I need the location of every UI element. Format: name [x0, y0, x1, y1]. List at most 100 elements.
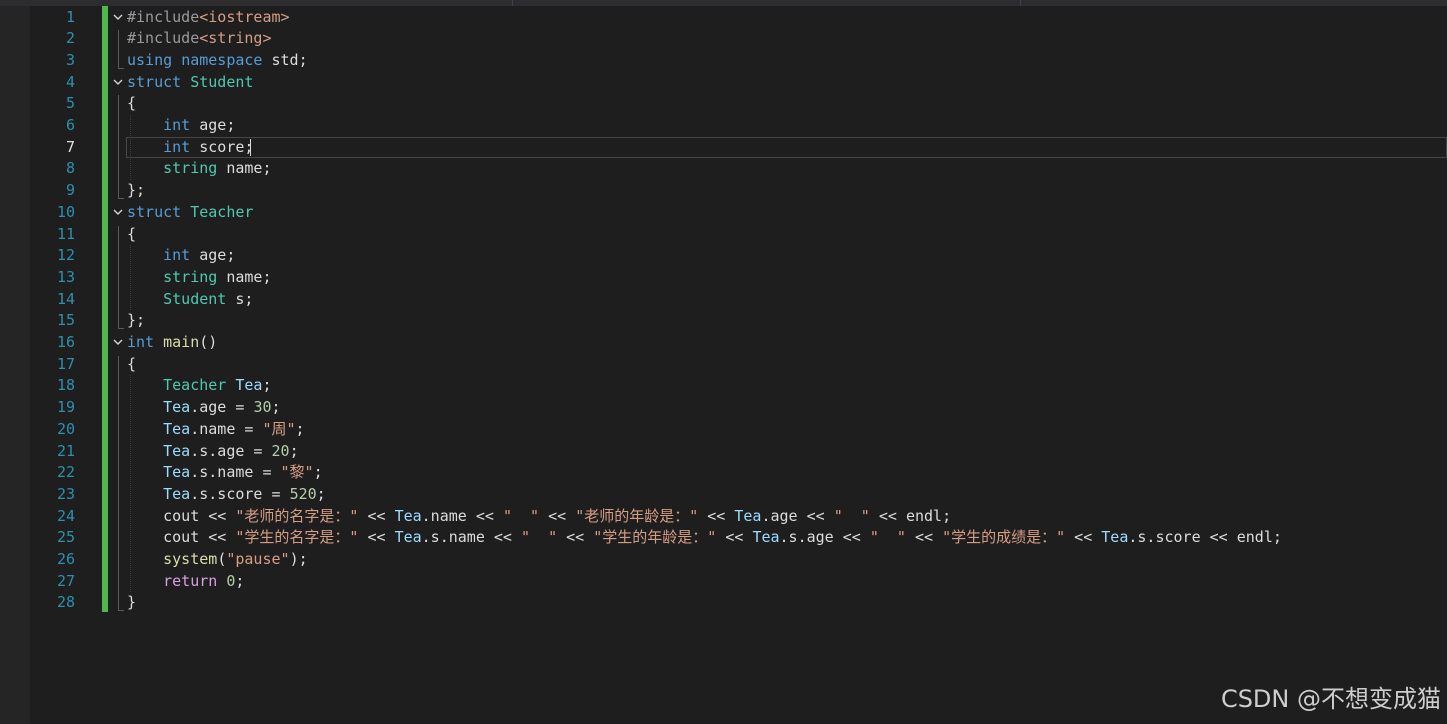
code-line[interactable]: Student s;: [112, 289, 1447, 311]
code-token: main: [163, 333, 200, 351]
code-line[interactable]: #include<iostream>: [112, 7, 1447, 29]
code-line[interactable]: Tea.s.score = 520;: [112, 484, 1447, 506]
line-number: 10: [56, 202, 75, 221]
chevron-down-icon[interactable]: [113, 202, 123, 224]
code-token: Tea: [163, 398, 191, 417]
code-line[interactable]: }: [112, 592, 1447, 614]
code-token: " ": [502, 506, 540, 525]
code-token: );: [289, 550, 308, 568]
code-token: int: [163, 246, 191, 265]
code-line[interactable]: using namespace std;: [112, 50, 1447, 72]
code-line[interactable]: string name;: [112, 267, 1447, 289]
code-text: {: [127, 354, 136, 376]
code-line[interactable]: struct Student: [112, 72, 1447, 94]
code-token: .s.age =: [190, 441, 272, 460]
code-token: <<: [358, 528, 395, 547]
code-token: ;: [313, 463, 323, 482]
code-token: }: [127, 593, 137, 612]
code-token: Student: [163, 289, 227, 308]
code-token: <string>: [199, 29, 272, 48]
chevron-down-icon[interactable]: [113, 332, 123, 354]
code-line[interactable]: return 0;: [112, 571, 1447, 593]
line-number: 3: [65, 50, 75, 69]
code-line[interactable]: system("pause");: [112, 549, 1447, 571]
code-text: };: [127, 310, 145, 332]
code-line[interactable]: cout << "老师的名字是：" << Tea.name << " " << …: [112, 506, 1447, 528]
code-line[interactable]: {: [112, 93, 1447, 115]
line-number: 14: [56, 289, 75, 308]
line-number: 17: [56, 354, 75, 373]
code-editor[interactable]: #include<iostream> #include<string> using …: [112, 6, 1447, 724]
code-token: int: [163, 116, 191, 134]
indent-guide: [130, 115, 131, 181]
line-number: 26: [56, 550, 75, 568]
code-line[interactable]: };: [112, 310, 1447, 332]
code-token: (): [199, 333, 218, 351]
fold-scope-line: [118, 30, 119, 68]
code-token: .name =: [190, 419, 263, 438]
code-token: score;: [190, 137, 254, 156]
code-token: Tea: [163, 463, 191, 482]
code-token: Teacher: [163, 376, 227, 395]
line-number: 27: [56, 571, 75, 590]
code-token: Tea: [235, 376, 263, 395]
code-token: <<: [1065, 528, 1102, 547]
code-text: Tea.name = "周";: [127, 419, 304, 441]
fold-scope-line: [118, 95, 119, 198]
code-token: Tea: [163, 484, 191, 503]
code-text: return 0;: [127, 571, 244, 593]
code-line[interactable]: Tea.s.age = 20;: [112, 441, 1447, 463]
code-line[interactable]: Tea.age = 30;: [112, 397, 1447, 419]
code-line[interactable]: int score;: [112, 137, 1447, 159]
editor-margin-strip: [0, 6, 30, 724]
code-token: .s.name <<: [421, 528, 521, 547]
code-text: string name;: [127, 158, 271, 180]
chevron-down-icon[interactable]: [113, 7, 123, 29]
code-token: ;: [316, 484, 326, 503]
chevron-down-icon[interactable]: [113, 72, 123, 94]
code-token: using: [127, 50, 173, 69]
code-token: Student: [190, 72, 254, 91]
code-token: age;: [190, 116, 236, 134]
code-token: .age =: [190, 398, 254, 417]
code-token: .s.score =: [190, 484, 290, 503]
code-token: Tea: [1101, 528, 1129, 547]
code-token: <<: [698, 506, 735, 525]
code-line[interactable]: int age;: [112, 245, 1447, 267]
code-line[interactable]: };: [112, 180, 1447, 202]
code-line[interactable]: #include<string>: [112, 28, 1447, 50]
code-line[interactable]: string name;: [112, 158, 1447, 180]
code-token: " ": [521, 528, 558, 547]
code-token: };: [127, 181, 146, 200]
code-text: #include<string>: [127, 28, 272, 50]
code-line[interactable]: {: [112, 354, 1447, 376]
code-token: "pause": [226, 550, 290, 568]
line-number: 2: [65, 29, 75, 48]
code-token: };: [127, 311, 146, 330]
code-line[interactable]: int main(): [112, 332, 1447, 354]
fold-scope-end: [118, 610, 124, 612]
code-line[interactable]: Tea.name = "周";: [112, 419, 1447, 441]
code-token: return: [163, 571, 218, 590]
code-line[interactable]: {: [112, 224, 1447, 246]
line-number: 12: [56, 246, 75, 265]
line-number: 28: [56, 593, 75, 612]
code-token: {: [127, 224, 137, 243]
code-line[interactable]: Tea.s.name = "黎";: [112, 462, 1447, 484]
code-token: "周": [262, 419, 296, 438]
code-line[interactable]: struct Teacher: [112, 202, 1447, 224]
code-token: .s.name =: [190, 463, 281, 482]
code-token: 520: [289, 484, 317, 503]
code-text: struct Student: [127, 72, 253, 94]
code-token: "学生的成绩是：": [942, 528, 1066, 547]
code-line[interactable]: int age;: [112, 115, 1447, 137]
code-token: #include: [127, 7, 200, 26]
line-number: 7: [65, 137, 75, 156]
code-line[interactable]: Teacher Tea;: [112, 375, 1447, 397]
code-text: Student s;: [127, 289, 253, 311]
code-line[interactable]: cout << "学生的名字是：" << Tea.s.name << " " <…: [112, 527, 1447, 549]
